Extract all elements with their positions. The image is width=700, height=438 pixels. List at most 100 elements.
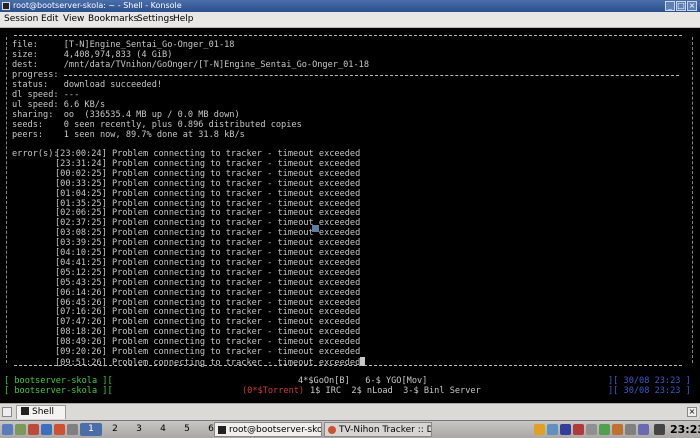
mouse-cursor-icon <box>312 225 319 232</box>
error-row: [04:41:25] Problem connecting to tracker… <box>55 258 360 268</box>
menu-view[interactable]: View <box>63 12 84 27</box>
tray-device-icon[interactable] <box>625 424 636 435</box>
error-row: [02:06:25] Problem connecting to tracker… <box>55 208 360 218</box>
error-message: Problem connecting to tracker - timeout … <box>111 337 361 348</box>
error-timestamp: [23:31:24] <box>55 158 107 169</box>
terminal-launcher-icon[interactable] <box>67 424 78 435</box>
minimize-button[interactable]: _ <box>665 1 675 11</box>
screen-windows-line1[interactable]: 4*$GoOn[B] 6-$ YGO[Mov] <box>298 376 427 386</box>
window-titlebar[interactable]: root@bootserver-skola: ~ - Shell - Konso… <box>0 0 700 12</box>
error-row: [09:20:26] Problem connecting to tracker… <box>55 347 360 357</box>
menu-edit[interactable]: Edit <box>41 12 58 27</box>
desktop-3[interactable]: 3 <box>128 423 150 436</box>
task-browser[interactable]: TV-Nihon Tracker :: Detai <box>324 422 432 437</box>
error-message: Problem connecting to tracker - timeout … <box>111 208 361 219</box>
error-row: [08:49:26] Problem connecting to tracker… <box>55 337 360 347</box>
desktop-4[interactable]: 4 <box>152 423 174 436</box>
error-row: [05:12:25] Problem connecting to tracker… <box>55 268 360 278</box>
frame-right-border <box>692 37 693 363</box>
error-timestamp: [00:33:25] <box>55 178 107 189</box>
new-tab-button[interactable] <box>2 407 12 417</box>
error-timestamp: [04:41:25] <box>55 257 107 268</box>
torrent-ul-speed: ul speed: 6.6 KB/s <box>12 100 106 110</box>
tray-notify-icon[interactable] <box>638 424 649 435</box>
taskbar-clock[interactable]: 23:23 <box>670 422 700 437</box>
kmenu-icon[interactable] <box>2 424 13 435</box>
error-timestamp: [08:18:26] <box>55 327 107 338</box>
screen-active-window[interactable]: (0*$Torrent) <box>242 386 304 396</box>
menu-session[interactable]: Session <box>4 12 38 27</box>
torrent-sharing: sharing: oo (336535.4 MB up / 0.0 MB dow… <box>12 110 240 120</box>
screen-datetime-1: ][ 30/08 23:23 ] <box>608 376 691 386</box>
error-row: [07:16:26] Problem connecting to tracker… <box>55 307 360 317</box>
tray-volume-icon[interactable] <box>586 424 597 435</box>
menubar: Session Edit View Bookmarks Settings Hel… <box>0 12 700 28</box>
menu-help[interactable]: Help <box>173 12 194 27</box>
tray-app-icon[interactable] <box>612 424 623 435</box>
tab-shell-label: Shell <box>32 407 54 417</box>
task-browser-label: TV-Nihon Tracker :: Detai <box>339 425 431 435</box>
menu-settings[interactable]: Settings <box>137 12 174 27</box>
torrent-dl-speed: dl speed: --- <box>12 90 80 100</box>
tray-battery-icon[interactable] <box>599 424 610 435</box>
error-message: Problem connecting to tracker - timeout … <box>111 188 361 199</box>
error-row: [00:33:25] Problem connecting to tracker… <box>55 179 360 189</box>
error-message: Problem connecting to tracker - timeout … <box>111 327 361 338</box>
error-message: Problem connecting to tracker - timeout … <box>111 158 361 169</box>
screen-host-label-2: [ bootserver-skola ][ <box>4 386 113 396</box>
torrent-peers: peers: 1 seen now, 89.7% done at 31.8 kB… <box>12 130 245 140</box>
tray-lock-icon[interactable] <box>654 424 665 435</box>
progress-bar-empty <box>64 75 679 76</box>
show-desktop-icon[interactable] <box>15 424 26 435</box>
desktop-2[interactable]: 2 <box>104 423 126 436</box>
error-message: Problem connecting to tracker - timeout … <box>111 317 361 328</box>
error-message: Problem connecting to tracker - timeout … <box>111 287 361 298</box>
tray-keyboard-layout-icon[interactable] <box>560 424 571 435</box>
tray-update-icon[interactable] <box>573 424 584 435</box>
menu-bookmarks[interactable]: Bookmarks <box>88 12 138 27</box>
tray-network-icon[interactable] <box>547 424 558 435</box>
error-timestamp: [23:00:24] <box>55 149 107 159</box>
home-folder-icon[interactable] <box>41 424 52 435</box>
desktop-1[interactable]: 1 <box>80 423 102 436</box>
desktop-5[interactable]: 5 <box>176 423 198 436</box>
error-message: Problem connecting to tracker - timeout … <box>111 198 361 209</box>
firefox-icon[interactable] <box>54 424 65 435</box>
error-timestamp: [02:06:25] <box>55 208 107 219</box>
task-konsole[interactable]: root@bootserver-skola <box>214 422 322 437</box>
error-timestamp: [09:20:26] <box>55 347 107 357</box>
error-timestamp: [06:45:26] <box>55 297 107 308</box>
screen-datetime-2: ][ 30/08 23:23 ] <box>608 386 691 396</box>
maximize-button[interactable]: □ <box>676 1 686 11</box>
error-message: Problem connecting to tracker - timeout … <box>111 248 361 258</box>
torrent-dest: dest: /mnt/data/TVnihon/GoOnger/[T-N]Eng… <box>12 60 369 70</box>
error-timestamp: [01:35:25] <box>55 198 107 209</box>
task-konsole-label: root@bootserver-skola <box>229 425 322 435</box>
error-timestamp: [06:14:26] <box>55 287 107 298</box>
firefox-task-icon <box>328 426 336 434</box>
error-timestamp: [08:49:26] <box>55 337 107 348</box>
screen-windows-line2[interactable]: 1$ IRC 2$ nLoad 3-$ Binl Server <box>310 386 481 396</box>
error-row: [06:45:26] Problem connecting to tracker… <box>55 298 360 308</box>
error-row: [01:04:25] Problem connecting to tracker… <box>55 189 360 199</box>
torrent-seeds: seeds: 0 seen recently, plus 0.896 distr… <box>12 120 302 130</box>
torrent-status: status: download succeeded! <box>12 80 163 90</box>
window-title: root@bootserver-skola: ~ - Shell - Konso… <box>13 1 182 10</box>
terminal-area[interactable]: file: [T-N]Engine_Sentai_Go-Onger_01-18 … <box>2 29 698 401</box>
tray-klipper-icon[interactable] <box>534 424 545 435</box>
close-button[interactable]: × <box>687 1 697 11</box>
error-message: Problem connecting to tracker - timeout … <box>111 357 361 368</box>
konqueror-icon[interactable] <box>28 424 39 435</box>
frame-left-border <box>6 37 7 363</box>
errors-label: error(s): <box>12 149 59 159</box>
tab-shell[interactable]: Shell <box>16 405 66 419</box>
konsole-app-icon[interactable] <box>2 2 10 10</box>
close-tab-button[interactable]: × <box>687 407 697 417</box>
terminal-task-icon <box>218 426 226 434</box>
error-row: [08:18:26] Problem connecting to tracker… <box>55 327 360 337</box>
error-message: Problem connecting to tracker - timeout … <box>111 238 361 249</box>
error-timestamp: [01:04:25] <box>55 188 107 199</box>
konsole-tabbar: Shell × <box>0 403 700 420</box>
error-row: [03:39:25] Problem connecting to tracker… <box>55 238 360 248</box>
error-message: Problem connecting to tracker - timeout … <box>111 297 361 308</box>
